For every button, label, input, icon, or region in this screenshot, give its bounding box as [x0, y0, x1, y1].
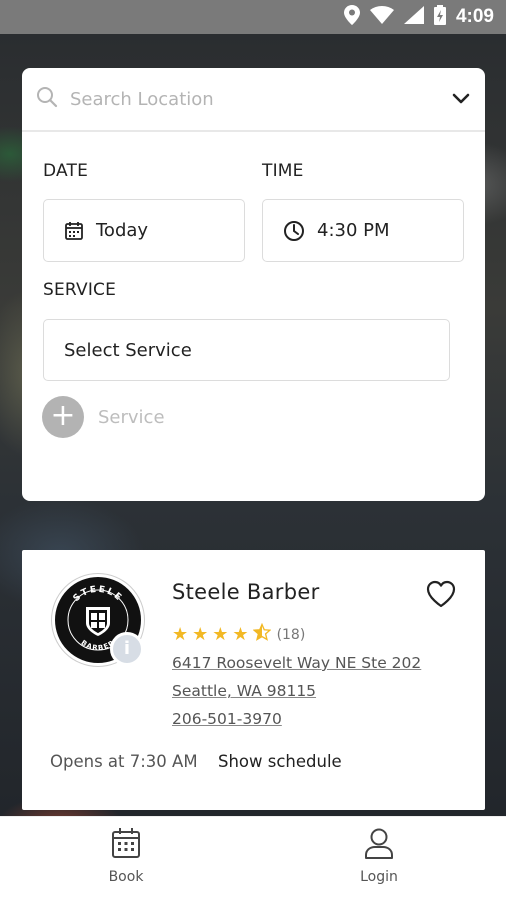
star-icon: ★ [172, 624, 189, 645]
user-icon [363, 827, 395, 863]
service-label: SERVICE [43, 280, 117, 300]
search-icon [36, 86, 58, 112]
add-service-button[interactable]: + Service [42, 396, 165, 438]
shop-name[interactable]: Steele Barber [172, 580, 320, 604]
rating-stars: ★ ★ ★ ★ (18) [172, 622, 306, 646]
heart-icon[interactable] [426, 580, 456, 612]
status-bar: 4:09 [0, 0, 506, 34]
location-search-row[interactable]: Search Location [22, 68, 485, 132]
clock-icon [283, 220, 305, 242]
booking-search-card: Search Location DATE TIME Today 4:30 PM … [22, 68, 485, 501]
show-schedule-link[interactable]: Show schedule [218, 752, 342, 771]
calendar-icon [111, 827, 141, 863]
chevron-down-icon[interactable] [451, 90, 471, 109]
status-time: 4:09 [455, 6, 494, 27]
time-field[interactable]: 4:30 PM [262, 199, 464, 262]
star-icon: ★ [212, 624, 229, 645]
nav-item-login[interactable]: Login [334, 827, 424, 885]
address-line-1-link[interactable]: 6417 Roosevelt Way NE Ste 202 [172, 654, 421, 672]
wifi-icon [369, 6, 394, 28]
half-star-icon [252, 622, 272, 646]
info-icon[interactable]: i [110, 632, 144, 666]
date-field[interactable]: Today [43, 199, 245, 262]
battery-icon [433, 5, 446, 29]
signal-icon [403, 6, 424, 28]
bottom-nav: Book Login [0, 816, 506, 900]
time-label: TIME [262, 161, 304, 181]
date-value: Today [96, 220, 149, 241]
search-location-input[interactable]: Search Location [70, 89, 451, 110]
date-label: DATE [43, 161, 89, 181]
shop-card[interactable]: STEELE BARBER i Steele Barber ★ ★ ★ ★ (1… [22, 550, 485, 810]
location-icon [343, 5, 360, 29]
calendar-icon [64, 221, 84, 241]
address-line-2-link[interactable]: Seattle, WA 98115 [172, 682, 316, 700]
add-service-label: Service [98, 406, 165, 428]
star-icon: ★ [232, 624, 249, 645]
nav-item-label: Book [108, 869, 144, 885]
plus-icon: + [42, 396, 84, 438]
nav-item-label: Login [360, 869, 398, 885]
review-count: (18) [276, 626, 306, 643]
service-select[interactable]: Select Service [43, 319, 450, 381]
phone-link[interactable]: 206-501-3970 [172, 710, 282, 728]
star-icon: ★ [192, 624, 209, 645]
svg-text:STEELE: STEELE [72, 585, 125, 604]
service-select-value: Select Service [64, 339, 192, 361]
time-value: 4:30 PM [317, 220, 390, 241]
opening-time: Opens at 7:30 AM [50, 752, 198, 771]
nav-item-book[interactable]: Book [81, 827, 171, 885]
